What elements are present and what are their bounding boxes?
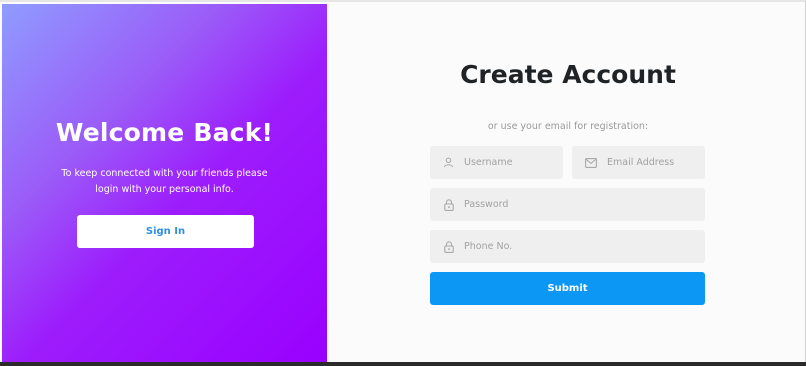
bottom-edge	[0, 362, 806, 366]
phone-input[interactable]	[464, 241, 705, 252]
envelope-icon	[585, 157, 597, 169]
email-input[interactable]	[607, 157, 705, 168]
password-input[interactable]	[464, 199, 705, 210]
welcome-panel: Welcome Back! To keep connected with you…	[2, 4, 327, 362]
lock-icon	[443, 198, 454, 211]
lock-icon	[443, 240, 454, 253]
registration-subtitle: or use your email for registration:	[487, 121, 649, 132]
phone-field[interactable]	[430, 230, 705, 263]
username-input[interactable]	[464, 157, 563, 168]
user-icon	[443, 157, 454, 169]
app-window: Welcome Back! To keep connected with you…	[0, 0, 806, 362]
sign-in-button[interactable]: Sign In	[77, 215, 254, 248]
username-field[interactable]	[430, 146, 563, 179]
registration-panel: Create Account or use your email for reg…	[327, 4, 805, 362]
password-field[interactable]	[430, 188, 705, 221]
welcome-text: To keep connected with your friends plea…	[61, 168, 268, 195]
submit-button[interactable]: Submit	[430, 272, 705, 305]
welcome-title: Welcome Back!	[55, 118, 274, 147]
email-field[interactable]	[572, 146, 705, 179]
create-account-title: Create Account	[460, 60, 676, 89]
